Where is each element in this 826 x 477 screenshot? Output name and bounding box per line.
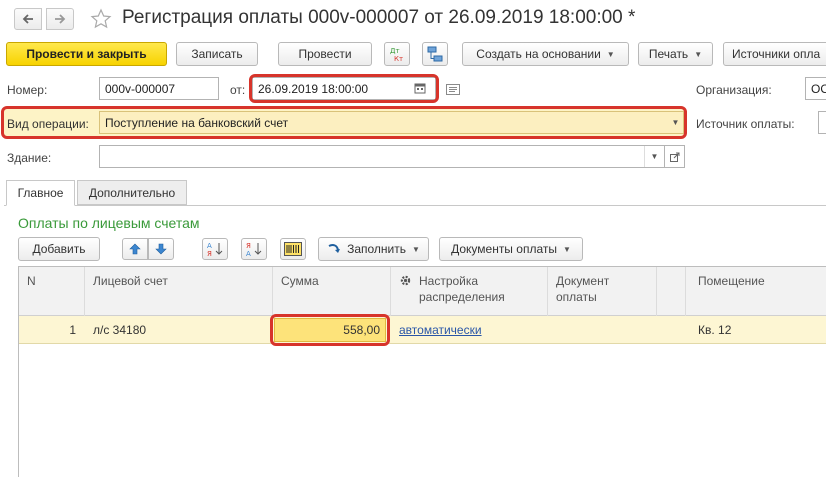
dropdown-caret-icon: ▼: [694, 49, 703, 59]
sort-descending-icon: ЯА: [246, 242, 262, 257]
row-account: л/с 34180: [93, 323, 147, 337]
move-down-button[interactable]: [148, 238, 174, 260]
svg-text:Я: Я: [246, 242, 251, 250]
col-sep: [685, 267, 686, 316]
arrow-up-icon: [129, 243, 141, 255]
svg-text:А: А: [246, 250, 251, 257]
window-title: Регистрация оплаты 000v-000007 от 26.09.…: [122, 7, 636, 28]
svg-text:Дт: Дт: [390, 47, 400, 55]
write-button[interactable]: Записать: [176, 42, 258, 66]
post-and-close-button[interactable]: Провести и закрыть: [6, 42, 167, 66]
tab-additional[interactable]: Дополнительно: [77, 180, 187, 205]
col-header-document-line2: оплаты: [556, 290, 597, 304]
number-label: Номер:: [7, 83, 48, 97]
fill-label: Заполнить: [347, 242, 406, 256]
col-header-document[interactable]: Документ оплаты: [548, 267, 656, 316]
print-label: Печать: [648, 47, 689, 61]
dt-kt-icon: ДтКт: [390, 47, 403, 62]
sort-ascending-button[interactable]: АЯ: [202, 238, 228, 260]
row-distribution-link[interactable]: автоматически: [391, 318, 547, 342]
payment-source-field[interactable]: [818, 111, 826, 134]
back-button[interactable]: [14, 8, 42, 30]
row-n: 1: [69, 323, 76, 337]
add-button[interactable]: Добавить: [18, 237, 100, 261]
tabs-baseline: [4, 205, 826, 206]
dt-kt-button[interactable]: Дт Кт: [384, 42, 410, 66]
tab-main[interactable]: Главное: [6, 180, 75, 206]
arrow-down-icon: [155, 243, 167, 255]
col-header-sum[interactable]: Сумма: [273, 267, 390, 316]
gear-icon[interactable]: [399, 274, 412, 287]
col-header-account[interactable]: Лицевой счет: [85, 267, 272, 316]
fill-arrow-icon: [328, 244, 341, 253]
post-button[interactable]: Провести: [278, 42, 372, 66]
organization-label: Организация:: [696, 83, 772, 97]
col-header-n[interactable]: N: [19, 267, 84, 316]
building-dropdown-icon[interactable]: ▼: [644, 146, 664, 167]
row-document: [548, 318, 656, 342]
svg-text:Я: Я: [207, 250, 212, 257]
fill-button[interactable]: Заполнить ▼: [318, 237, 429, 261]
row-room: Кв. 12: [698, 323, 732, 337]
operation-type-highlight-frame: [1, 106, 687, 139]
hierarchy-icon: [427, 46, 443, 62]
organization-field[interactable]: ОО: [805, 77, 826, 100]
building-label: Здание:: [7, 151, 52, 165]
section-title: Оплаты по лицевым счетам: [18, 215, 200, 231]
col-header-document-line1: Документ: [556, 274, 610, 288]
move-up-button[interactable]: [122, 238, 148, 260]
dropdown-caret-icon: ▼: [606, 49, 615, 59]
open-icon[interactable]: [665, 145, 685, 168]
comment-icon[interactable]: [446, 84, 460, 95]
favorite-star-icon[interactable]: [90, 8, 112, 30]
col-header-distribution-line2: распределения: [419, 290, 505, 304]
sum-highlight-frame: [270, 314, 390, 346]
barcode-button[interactable]: [280, 238, 306, 260]
payment-source-label: Источник оплаты:: [696, 117, 795, 131]
barcode-icon: [284, 242, 302, 256]
sort-ascending-icon: АЯ: [207, 242, 223, 257]
arrow-left-icon: [22, 14, 33, 24]
payment-sources-button[interactable]: Источники опла: [723, 42, 826, 66]
sort-descending-button[interactable]: ЯА: [241, 238, 267, 260]
dropdown-caret-icon: ▼: [562, 244, 571, 254]
date-highlight-frame: [249, 74, 439, 103]
forward-button[interactable]: [46, 8, 74, 30]
structure-button[interactable]: [422, 42, 448, 66]
create-based-on-button[interactable]: Создать на основании ▼: [462, 42, 629, 66]
payment-documents-button[interactable]: Документы оплаты ▼: [439, 237, 583, 261]
number-field[interactable]: 000v-000007: [99, 77, 219, 100]
arrow-right-icon: [55, 14, 66, 24]
svg-text:А: А: [207, 242, 212, 250]
payment-documents-label: Документы оплаты: [451, 242, 557, 256]
col-header-distribution-line1: Настройка: [419, 274, 479, 288]
col-header-distribution[interactable]: Настройка распределения: [391, 267, 547, 316]
print-button[interactable]: Печать ▼: [638, 42, 713, 66]
svg-text:Кт: Кт: [394, 55, 403, 62]
dropdown-caret-icon: ▼: [412, 244, 420, 254]
create-based-label: Создать на основании: [476, 47, 601, 61]
date-label: от:: [230, 83, 246, 97]
col-sep: [656, 267, 657, 316]
building-field[interactable]: [99, 145, 665, 168]
col-header-room[interactable]: Помещение: [690, 267, 826, 316]
